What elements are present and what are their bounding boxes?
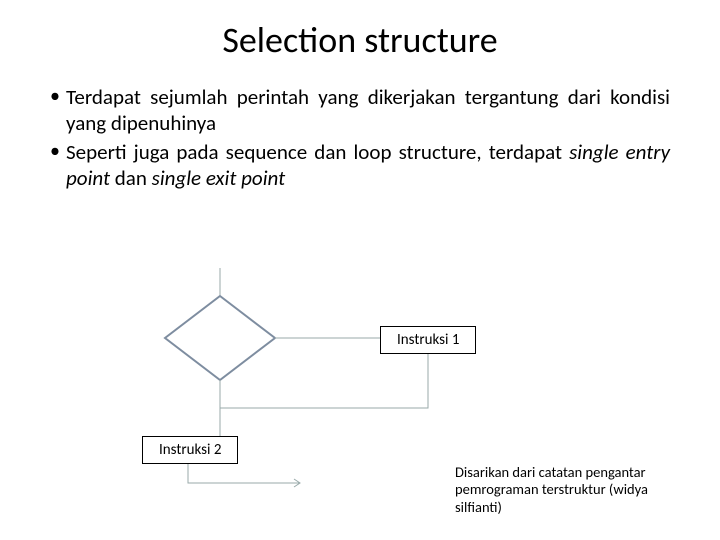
bullet-text-span: Terdapat sejumlah perintah yang dikerjak… <box>66 84 670 136</box>
attribution-text: Disarikan dari catatan pengantar pemrogr… <box>455 464 670 516</box>
bullet-text-span: Seperti juga pada sequence dan loop stru… <box>66 139 569 165</box>
bullet-dot-icon: • <box>50 84 66 109</box>
slide-title: Selection structure <box>50 18 670 62</box>
bullet-text: Seperti juga pada sequence dan loop stru… <box>66 139 670 192</box>
bullet-item: • Seperti juga pada sequence dan loop st… <box>50 139 670 192</box>
bullet-list: • Terdapat sejumlah perintah yang dikerj… <box>50 84 670 191</box>
slide: Selection structure • Terdapat sejumlah … <box>0 0 720 540</box>
bullet-item: • Terdapat sejumlah perintah yang dikerj… <box>50 84 670 137</box>
bullet-text: Terdapat sejumlah perintah yang dikerjak… <box>66 84 670 137</box>
bullet-dot-icon: • <box>50 139 66 164</box>
bullet-emphasis: single exit point <box>152 165 286 191</box>
flowchart-node-instruksi-1: Instruksi 1 <box>380 326 476 354</box>
flowchart-node-instruksi-2: Instruksi 2 <box>142 436 238 464</box>
bullet-text-span: dan <box>110 165 152 191</box>
